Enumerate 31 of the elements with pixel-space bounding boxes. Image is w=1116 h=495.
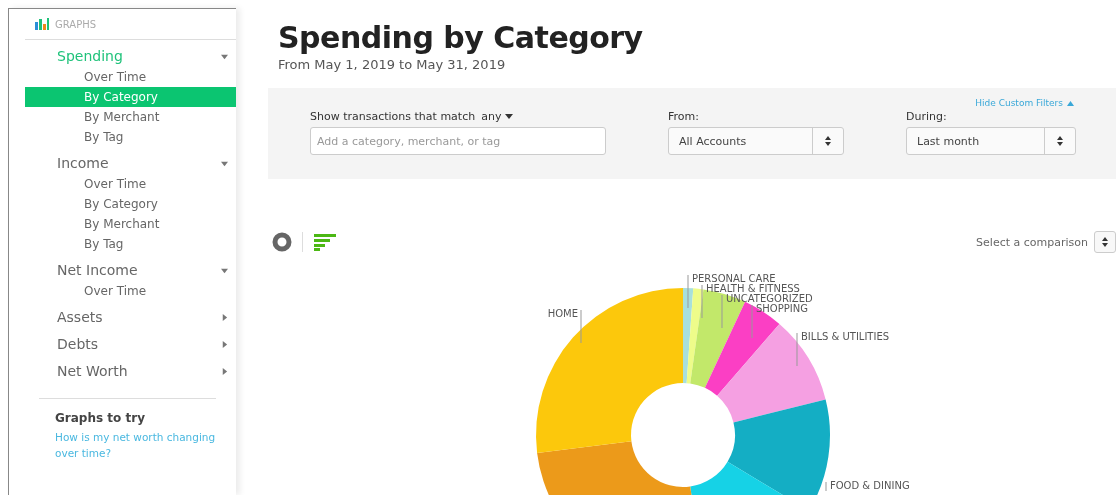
slice-label: BILLS & UTILITIES bbox=[801, 331, 890, 342]
sidebar-group[interactable]: Income bbox=[25, 151, 236, 174]
sidebar-item[interactable]: Over Time bbox=[25, 281, 236, 301]
filter-label: During: bbox=[906, 110, 948, 123]
page-title: Spending by Category bbox=[278, 20, 644, 55]
slice-label: FOOD & DINING bbox=[830, 480, 910, 491]
sidebar-item[interactable]: By Merchant bbox=[25, 214, 236, 234]
comparison-label: Select a comparison bbox=[976, 235, 1088, 249]
period-select[interactable]: Last month bbox=[906, 127, 1076, 155]
filter-label: Show transactions that match bbox=[310, 110, 476, 123]
slice-label: HOME bbox=[547, 308, 578, 319]
date-range: From May 1, 2019 to May 31, 2019 bbox=[278, 57, 507, 72]
slice-label: PERSONAL CARE bbox=[692, 273, 776, 284]
account-select[interactable]: All Accounts bbox=[668, 127, 844, 155]
sidebar-item[interactable]: Over Time bbox=[25, 174, 236, 194]
sidebar-group[interactable]: Net Income bbox=[25, 258, 236, 281]
sidebar-heading: GRAPHS bbox=[55, 18, 97, 30]
filter-label: From: bbox=[668, 110, 700, 123]
sidebar-item[interactable]: By Tag bbox=[25, 234, 236, 254]
sidebar-item[interactable]: By Merchant bbox=[25, 107, 236, 127]
slice-label: SHOPPING bbox=[756, 303, 808, 314]
sidebar-group[interactable]: Debts bbox=[25, 332, 236, 355]
sidebar-item[interactable]: By Tag bbox=[25, 127, 236, 147]
sidebar-item[interactable]: Over Time bbox=[25, 67, 236, 87]
sidebar-item[interactable]: By Category bbox=[25, 194, 236, 214]
slice-label: HEALTH & FITNESS bbox=[706, 283, 800, 294]
section-heading: Graphs to try bbox=[55, 411, 146, 425]
sidebar-group[interactable]: Net Worth bbox=[25, 359, 236, 382]
search-field[interactable]: Add a category, merchant, or tag bbox=[310, 127, 606, 155]
sidebar-group[interactable]: Assets bbox=[25, 305, 236, 328]
match-dropdown[interactable]: any bbox=[481, 110, 514, 123]
